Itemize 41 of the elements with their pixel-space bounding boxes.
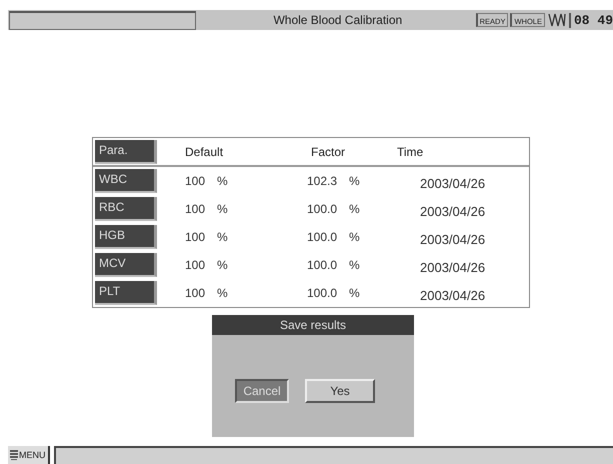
unit-label: % <box>349 230 360 244</box>
unit-label: % <box>349 174 360 188</box>
parameter-label: HGB <box>95 225 157 249</box>
factor-value: 100.0 <box>307 286 338 300</box>
column-header: Para. <box>95 140 157 164</box>
window-title: Whole Blood Calibration <box>272 13 404 27</box>
column-header: Time <box>397 144 424 158</box>
factor-value: 102.3 <box>307 174 338 188</box>
menu-icon <box>10 450 18 460</box>
time-value: 2003/04/26 <box>419 286 486 302</box>
dialog-title: Save results <box>212 315 414 335</box>
parameter-label: RBC <box>95 197 157 221</box>
factor-value: 100.0 <box>307 258 338 272</box>
waveform-icon <box>546 12 567 28</box>
time-value: 2003/04/26 <box>419 230 486 246</box>
time-value: 2003/04/26 <box>419 174 486 190</box>
default-value: 100 <box>185 230 206 244</box>
column-header: Default <box>184 144 224 158</box>
parameter-label: WBC <box>95 169 157 193</box>
column-header: Factor <box>310 144 346 158</box>
factor-value: 100.0 <box>307 202 338 216</box>
unit-label: % <box>217 230 228 244</box>
unit-label: % <box>349 286 360 300</box>
time-value: 2003/04/26 <box>419 258 486 274</box>
time-value: 2003/04/26 <box>419 202 486 218</box>
dialog-button[interactable]: Yes <box>305 379 375 403</box>
default-value: 100 <box>185 286 206 300</box>
unit-label: % <box>217 202 228 216</box>
default-value: 100 <box>185 174 206 188</box>
default-value: 100 <box>185 258 206 272</box>
clock-time: 08 49 <box>568 12 613 28</box>
parameter-label: MCV <box>95 253 157 277</box>
factor-value: 100.0 <box>307 230 338 244</box>
unit-label: % <box>349 258 360 272</box>
unit-label: % <box>217 174 228 188</box>
default-value: 100 <box>185 202 206 216</box>
unit-label: % <box>217 286 228 300</box>
menu-button[interactable]: MENU <box>8 446 50 464</box>
unit-label: % <box>349 202 360 216</box>
parameter-label: PLT <box>95 281 157 305</box>
unit-label: % <box>217 258 228 272</box>
